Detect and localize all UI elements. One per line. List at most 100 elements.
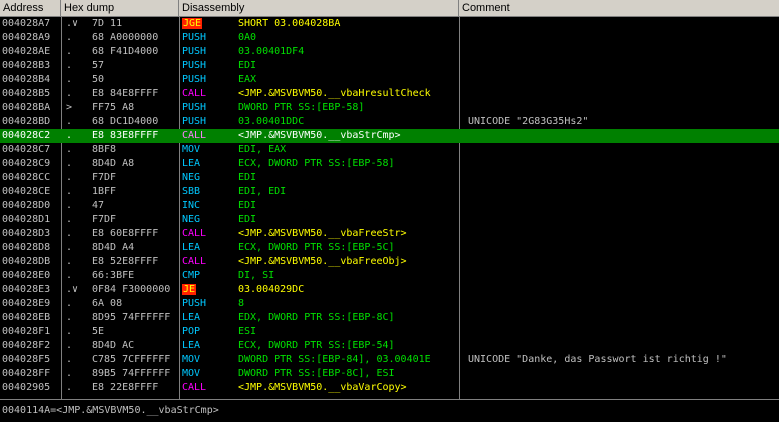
code-row[interactable]: 004028F5. C785 7CFFFFFF MOV DWORD PTR SS:[E… <box>0 353 779 367</box>
address-cell: 004028B5 <box>2 88 51 99</box>
code-row[interactable]: 004028E3 .∨ 0F84 F3000000 JE 03.004029DC <box>0 283 779 297</box>
operands-cell: EDI, EDI <box>238 186 287 197</box>
operands-cell: EDI, EAX <box>238 144 287 155</box>
operands-cell: EDI <box>238 214 257 225</box>
address-cell: 004028FF <box>2 368 51 379</box>
code-row[interactable]: 004028BA > FF75 A8 PUSH DWORD PTR SS:[EBP-58… <box>0 101 779 115</box>
address-cell: 004028B4 <box>2 74 51 85</box>
operands-cell: 0A0 <box>238 32 257 43</box>
code-row[interactable]: 004028CE. 1BFF SBB EDI, EDI <box>0 185 779 199</box>
code-row[interactable]: 004028AE. 68 F41D4000 PUSH 03.00401DF4 <box>0 45 779 59</box>
mnemonic-cell: JE <box>182 284 197 295</box>
mnemonic-cell: CALL <box>182 88 207 99</box>
jump-marker: > <box>66 102 73 113</box>
jump-marker: . <box>66 326 73 337</box>
comment-cell <box>468 283 778 297</box>
comment-cell <box>468 241 778 255</box>
comment-cell <box>468 129 778 143</box>
code-row[interactable]: 004028FF. 89B5 74FFFFFF MOV DWORD PTR SS:[E… <box>0 367 779 381</box>
comment-cell <box>468 59 778 73</box>
jump-marker: . <box>66 32 73 43</box>
code-row[interactable]: 004028BD. 68 DC1D4000 PUSH 03.00401DDC UNICO… <box>0 115 779 129</box>
hex-cell: E8 52E8FFFF <box>92 256 159 267</box>
comment-cell <box>468 17 778 31</box>
address-cell: 004028BD <box>2 116 51 127</box>
operands-cell: <JMP.&MSVBVM50.__vbaStrCmp> <box>238 130 401 141</box>
code-row[interactable]: 004028E0. 66:3BFE CMP DI, SI <box>0 269 779 283</box>
operands-cell: DI, SI <box>238 270 275 281</box>
hex-cell: 47 <box>92 200 105 211</box>
code-row[interactable]: 004028C2. E8 83E8FFFF CALL <JMP.&MSVBVM50._… <box>0 129 779 143</box>
code-row[interactable]: 004028B3. 57 PUSH EDI <box>0 59 779 73</box>
jump-marker: . <box>66 46 73 57</box>
code-row[interactable]: 004028A7 .∨ 7D 11 JGE SHORT 03.004028BA <box>0 17 779 31</box>
code-row[interactable]: 004028C7. 8BF8 MOV EDI, EAX <box>0 143 779 157</box>
code-row[interactable]: 004028C9. 8D4D A8 LEA ECX, DWORD PTR SS:[EB… <box>0 157 779 171</box>
address-cell: 004028C9 <box>2 158 51 169</box>
jump-marker: . <box>66 74 73 85</box>
hex-cell: 8D4D A8 <box>92 158 135 169</box>
mnemonic-cell: PUSH <box>182 102 207 113</box>
comment-cell <box>468 143 778 157</box>
comment-cell <box>468 325 778 339</box>
hex-cell: E8 83E8FFFF <box>92 130 159 141</box>
hex-cell: FF75 A8 <box>92 102 135 113</box>
code-row[interactable]: 004028D1. F7DF NEG EDI <box>0 213 779 227</box>
operands-cell: EDI <box>238 60 257 71</box>
jump-marker: . <box>66 256 73 267</box>
mnemonic-cell: PUSH <box>182 116 207 127</box>
operands-cell: <JMP.&MSVBVM50.__vbaFreeObj> <box>238 256 407 267</box>
hex-cell: 0F84 F3000000 <box>92 284 171 295</box>
column-header-hex-dump[interactable]: Hex dump <box>61 0 179 16</box>
code-row[interactable]: 004028A9. 68 A0000000 PUSH 0A0 <box>0 31 779 45</box>
jump-marker: . <box>66 214 73 225</box>
mnemonic-cell: LEA <box>182 242 201 253</box>
mnemonic-cell: LEA <box>182 340 201 351</box>
code-row[interactable]: 004028F1. 5E POP ESI <box>0 325 779 339</box>
operands-cell: DWORD PTR SS:[EBP-8C], ESI <box>238 368 395 379</box>
code-row[interactable]: 004028D8. 8D4D A4 LEA ECX, DWORD PTR SS:[EB… <box>0 241 779 255</box>
code-row[interactable]: 004028D3. E8 60E8FFFF CALL <JMP.&MSVBVM50._… <box>0 227 779 241</box>
column-header-disassembly[interactable]: Disassembly <box>179 0 459 16</box>
hex-cell: 8D4D A4 <box>92 242 135 253</box>
mnemonic-cell: CALL <box>182 256 207 267</box>
operands-cell: 03.00401DF4 <box>238 46 305 57</box>
address-cell: 004028C2 <box>2 130 51 141</box>
code-row[interactable]: 004028EB. 8D95 74FFFFFF LEA EDX, DWORD PTR … <box>0 311 779 325</box>
operands-cell: ECX, DWORD PTR SS:[EBP-58] <box>238 158 395 169</box>
code-row[interactable]: 004028B4. 50 PUSH EAX <box>0 73 779 87</box>
mnemonic-cell: PUSH <box>182 298 207 309</box>
mnemonic-cell: SBB <box>182 186 201 197</box>
hex-cell: 68 DC1D4000 <box>92 116 159 127</box>
column-header-address[interactable]: Address <box>0 0 61 16</box>
jump-marker: .∨ <box>66 284 79 295</box>
comment-cell <box>468 171 778 185</box>
jump-marker: . <box>66 298 73 309</box>
code-row[interactable]: 004028B5. E8 84E8FFFF CALL <JMP.&MSVBVM50._… <box>0 87 779 101</box>
jump-marker: . <box>66 312 73 323</box>
operands-cell: EDI <box>238 172 257 183</box>
operands-cell: DWORD PTR SS:[EBP-58] <box>238 102 365 113</box>
comment-cell <box>468 213 778 227</box>
hex-cell: E8 84E8FFFF <box>92 88 159 99</box>
jump-marker: . <box>66 270 73 281</box>
jump-marker: .∨ <box>66 18 79 29</box>
jump-marker: . <box>66 88 73 99</box>
operands-cell: <JMP.&MSVBVM50.__vbaFreeStr> <box>238 228 407 239</box>
code-row[interactable]: 004028CC. F7DF NEG EDI <box>0 171 779 185</box>
comment-cell <box>468 339 778 353</box>
code-row[interactable]: 004028F2. 8D4D AC LEA ECX, DWORD PTR SS:[EB… <box>0 339 779 353</box>
hex-cell: 1BFF <box>92 186 117 197</box>
code-row[interactable]: 004028DB. E8 52E8FFFF CALL <JMP.&MSVBVM50._… <box>0 255 779 269</box>
address-cell: 004028F5 <box>2 354 51 365</box>
address-cell: 004028B3 <box>2 60 51 71</box>
mnemonic-cell: CALL <box>182 228 207 239</box>
code-row[interactable]: 004028D0. 47 INC EDI <box>0 199 779 213</box>
mnemonic-cell: PUSH <box>182 32 207 43</box>
column-header-comment[interactable]: Comment <box>459 0 779 16</box>
code-row[interactable]: 00402905. E8 22E8FFFF CALL <JMP.&MSVBVM50._… <box>0 381 779 395</box>
operands-cell: 03.00401DDC <box>238 116 305 127</box>
code-row[interactable]: 004028E9. 6A 08 PUSH 8 <box>0 297 779 311</box>
hex-cell: F7DF <box>92 214 117 225</box>
address-cell: 004028CE <box>2 186 51 197</box>
